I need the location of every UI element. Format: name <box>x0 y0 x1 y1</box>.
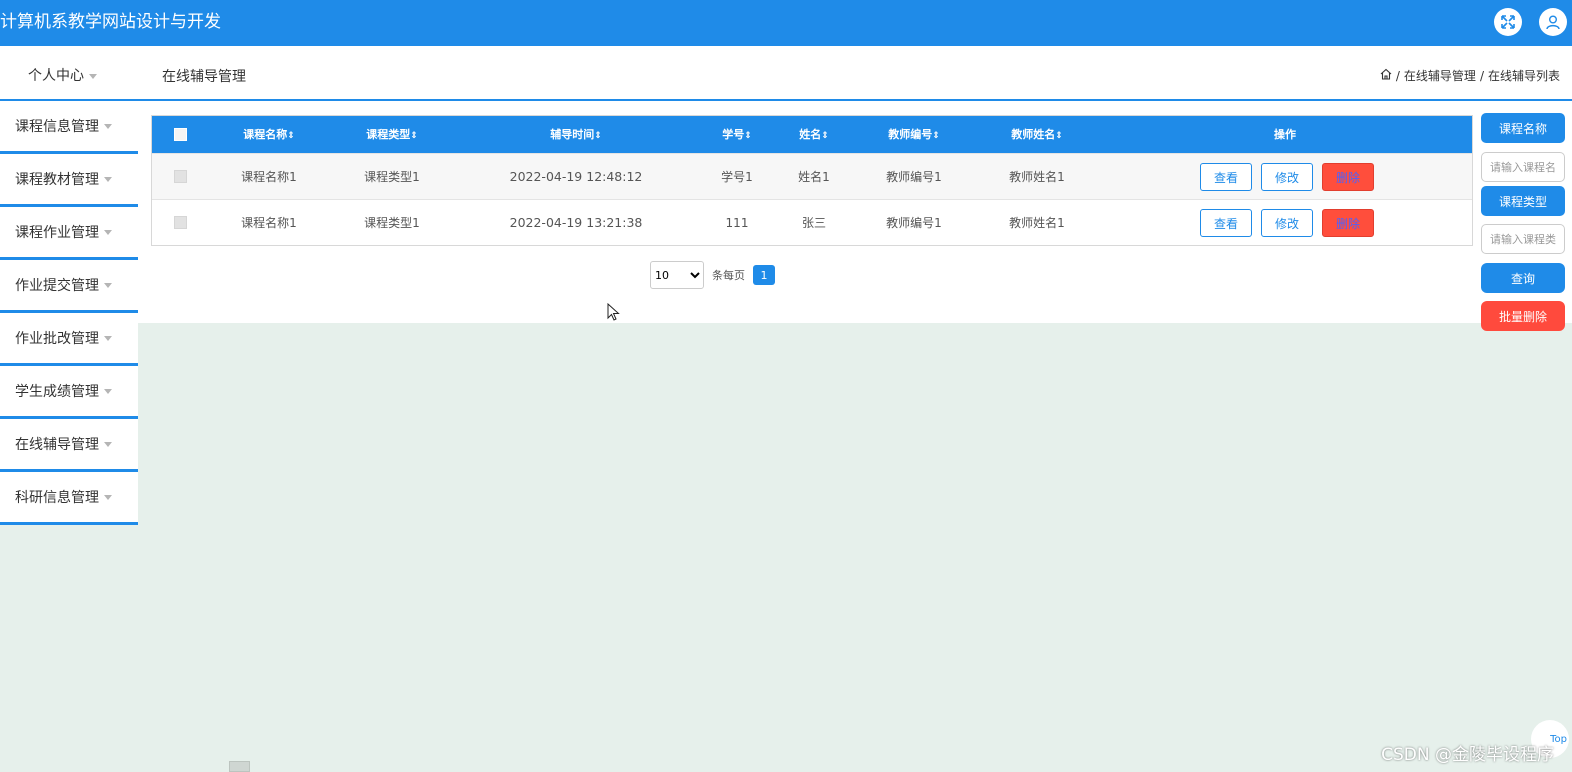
breadcrumb-level2: 在线辅导列表 <box>1487 69 1560 83</box>
batch-delete-button[interactable]: 批量删除 <box>1481 301 1565 331</box>
personal-center-label: 个人中心 <box>28 68 84 84</box>
main-content: 课程名称⇕ 课程类型⇕ 辅导时间⇕ 学号⇕ 姓名⇕ 教师编号⇕ 教师姓名⇕ 操作… <box>138 101 1478 323</box>
table-row: 课程名称1 课程类型1 2022-04-19 12:48:12 学号1 姓名1 … <box>152 153 1472 199</box>
cell-course-type: 课程类型1 <box>364 216 420 230</box>
column-header-course-name[interactable]: 课程名称⇕ <box>243 116 295 153</box>
expand-icon[interactable] <box>1494 8 1522 36</box>
breadcrumb-separator: / <box>1395 68 1400 83</box>
sidebar-item-label: 科研信息管理 <box>15 490 99 506</box>
cell-teacher-name: 教师姓名1 <box>1009 170 1065 184</box>
page-size-select[interactable]: 10 <box>650 261 704 289</box>
cell-name: 姓名1 <box>798 170 830 184</box>
column-header-name[interactable]: 姓名⇕ <box>799 116 829 153</box>
ad-placeholder <box>229 761 250 772</box>
chevron-down-icon <box>104 441 112 447</box>
sort-icon: ⇕ <box>744 131 752 141</box>
sort-icon: ⇕ <box>287 131 295 141</box>
chevron-down-icon <box>104 494 112 500</box>
sort-icon: ⇕ <box>932 131 940 141</box>
row-checkbox[interactable] <box>174 216 187 229</box>
course-name-input[interactable] <box>1481 152 1565 182</box>
column-header-teacher-no[interactable]: 教师编号⇕ <box>888 116 940 153</box>
app-title: 计算机系教学网站设计与开发 <box>0 12 221 32</box>
sidebar-item-label: 作业批改管理 <box>15 331 99 347</box>
sort-icon: ⇕ <box>1055 131 1063 141</box>
table-header: 课程名称⇕ 课程类型⇕ 辅导时间⇕ 学号⇕ 姓名⇕ 教师编号⇕ 教师姓名⇕ 操作 <box>152 116 1472 153</box>
sort-icon: ⇕ <box>594 131 602 141</box>
chevron-down-icon <box>104 388 112 394</box>
sidebar-item-course-info[interactable]: 课程信息管理 <box>0 101 138 154</box>
column-header-actions: 操作 <box>1274 128 1296 141</box>
row-actions: 查看 修改 删除 <box>1200 163 1374 191</box>
select-all-checkbox[interactable] <box>174 128 187 141</box>
cell-course-type: 课程类型1 <box>364 170 420 184</box>
sort-icon: ⇕ <box>410 131 418 141</box>
chevron-down-icon <box>89 73 97 79</box>
view-button[interactable]: 查看 <box>1200 209 1252 237</box>
sidebar-item-online-tutoring[interactable]: 在线辅导管理 <box>0 419 138 472</box>
cell-tutoring-time: 2022-04-19 13:21:38 <box>509 215 643 230</box>
query-button[interactable]: 查询 <box>1481 263 1565 293</box>
table-row: 课程名称1 课程类型1 2022-04-19 13:21:38 111 张三 教… <box>152 199 1472 245</box>
home-icon[interactable] <box>1380 68 1392 83</box>
sidebar-item-student-scores[interactable]: 学生成绩管理 <box>0 366 138 419</box>
sidebar-item-label: 作业提交管理 <box>15 278 99 294</box>
chevron-down-icon <box>104 123 112 129</box>
column-header-student-no[interactable]: 学号⇕ <box>722 116 752 153</box>
edit-button[interactable]: 修改 <box>1261 209 1313 237</box>
tutoring-table: 课程名称⇕ 课程类型⇕ 辅导时间⇕ 学号⇕ 姓名⇕ 教师编号⇕ 教师姓名⇕ 操作… <box>151 115 1473 246</box>
row-checkbox[interactable] <box>174 170 187 183</box>
per-page-label: 条每页 <box>712 269 745 282</box>
user-icon[interactable] <box>1539 8 1567 36</box>
sidebar-item-label: 课程教材管理 <box>15 172 99 188</box>
breadcrumb: / 在线辅导管理 / 在线辅导列表 <box>1380 67 1560 84</box>
course-type-label: 课程类型 <box>1481 186 1565 216</box>
chevron-down-icon <box>104 176 112 182</box>
view-button[interactable]: 查看 <box>1200 163 1252 191</box>
cell-course-name: 课程名称1 <box>241 216 297 230</box>
sidebar-item-label: 课程信息管理 <box>15 119 99 135</box>
delete-button[interactable]: 删除 <box>1322 163 1374 191</box>
chevron-down-icon <box>104 282 112 288</box>
cell-student-no: 学号1 <box>721 170 753 184</box>
sidebar-item-course-homework[interactable]: 课程作业管理 <box>0 207 138 260</box>
chevron-down-icon <box>104 229 112 235</box>
row-actions: 查看 修改 删除 <box>1200 209 1374 237</box>
sidebar-item-label: 课程作业管理 <box>15 225 99 241</box>
sidebar-item-research-info[interactable]: 科研信息管理 <box>0 472 138 525</box>
csdn-watermark: CSDN @金陵毕设程序 <box>1381 745 1554 765</box>
cell-tutoring-time: 2022-04-19 12:48:12 <box>509 169 643 184</box>
cell-teacher-no: 教师编号1 <box>886 216 942 230</box>
course-name-label: 课程名称 <box>1481 113 1565 143</box>
sidebar-item-course-materials[interactable]: 课程教材管理 <box>0 154 138 207</box>
search-panel: 课程名称 课程类型 查询 批量删除 <box>1478 101 1572 331</box>
mouse-cursor-icon <box>607 302 620 325</box>
sidebar-item-homework-submission[interactable]: 作业提交管理 <box>0 260 138 313</box>
column-header-course-type[interactable]: 课程类型⇕ <box>366 116 418 153</box>
chevron-down-icon <box>104 335 112 341</box>
sidebar-item-homework-grading[interactable]: 作业批改管理 <box>0 313 138 366</box>
top-bar: 计算机系教学网站设计与开发 <box>0 0 1572 46</box>
edit-button[interactable]: 修改 <box>1261 163 1313 191</box>
cell-teacher-name: 教师姓名1 <box>1009 216 1065 230</box>
sidebar: 课程信息管理 课程教材管理 课程作业管理 作业提交管理 作业批改管理 学生成绩管… <box>0 101 138 525</box>
pagination: 10 条每页 1 <box>650 261 775 289</box>
personal-center-menu[interactable]: 个人中心 <box>28 65 97 85</box>
cell-teacher-no: 教师编号1 <box>886 170 942 184</box>
sidebar-item-label: 学生成绩管理 <box>15 384 99 400</box>
page-title: 在线辅导管理 <box>162 69 246 85</box>
cell-student-no: 111 <box>725 216 749 230</box>
breadcrumb-level1[interactable]: 在线辅导管理 <box>1404 67 1476 84</box>
sort-icon: ⇕ <box>821 131 829 141</box>
cell-course-name: 课程名称1 <box>241 170 297 184</box>
delete-button[interactable]: 删除 <box>1322 209 1374 237</box>
page-number-button[interactable]: 1 <box>753 265 775 285</box>
cell-name: 张三 <box>801 216 827 230</box>
sidebar-item-label: 在线辅导管理 <box>15 437 99 453</box>
sub-header: 个人中心 在线辅导管理 / 在线辅导管理 / 在线辅导列表 <box>0 46 1572 101</box>
column-header-teacher-name[interactable]: 教师姓名⇕ <box>1011 116 1063 153</box>
breadcrumb-separator: / <box>1479 68 1484 83</box>
column-header-tutoring-time[interactable]: 辅导时间⇕ <box>550 116 602 153</box>
course-type-input[interactable] <box>1481 224 1565 254</box>
